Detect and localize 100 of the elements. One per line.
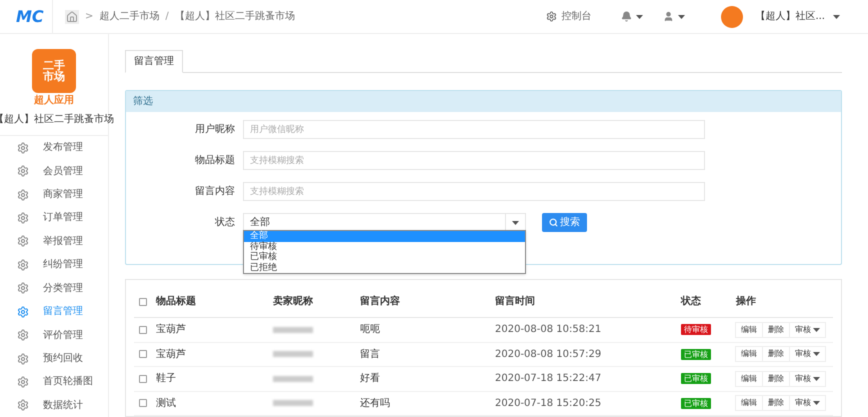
bell-icon: [621, 11, 632, 22]
column-header: 留言内容: [360, 294, 401, 309]
redacted-text: [273, 400, 313, 406]
status-badge: 已审核: [681, 348, 711, 360]
avatar[interactable]: [721, 6, 744, 28]
search-icon: [549, 218, 558, 227]
action-button[interactable]: 编辑: [735, 346, 763, 362]
gear-icon: [17, 235, 29, 248]
user-icon: [663, 11, 674, 22]
status-badge: 待审核: [681, 324, 711, 336]
action-button[interactable]: 审核: [789, 395, 826, 412]
tab[interactable]: 留言管理: [125, 50, 183, 73]
action-button[interactable]: 审核: [789, 370, 826, 387]
sidebar-item[interactable]: 订单管理: [0, 206, 108, 230]
table-cell-text: 呃呃: [360, 323, 381, 338]
column-header: 操作: [736, 294, 757, 309]
table-cell-text: 2020-08-08 10:57:29: [495, 348, 602, 362]
checkbox[interactable]: [139, 399, 147, 408]
checkbox[interactable]: [139, 374, 147, 383]
action-button[interactable]: 删除: [762, 346, 790, 362]
gear-icon: [17, 142, 29, 154]
user-button[interactable]: [663, 11, 686, 22]
sidebar-item[interactable]: 首页轮播图: [0, 370, 108, 394]
column-header: 状态: [681, 294, 702, 309]
action-button[interactable]: 审核: [789, 322, 826, 338]
action-button[interactable]: 删除: [762, 322, 790, 338]
caret-icon: [636, 14, 644, 18]
gear-icon: [17, 376, 29, 388]
field-label: 留言内容: [194, 184, 235, 199]
field-label: 物品标题: [194, 154, 235, 168]
field-label: 用户昵称: [194, 122, 235, 137]
dropdown-option[interactable]: 待审核: [244, 242, 525, 252]
action-button[interactable]: 编辑: [735, 370, 763, 387]
sidebar-item[interactable]: 纠纷管理: [0, 253, 108, 277]
app-name: 【超人】社区二手跳蚤市场: [0, 112, 114, 127]
breadcrumb-separator: >: [84, 10, 94, 24]
breadcrumb-link[interactable]: 【超人】社区二手跳蚤市场: [174, 9, 295, 24]
dropdown-option[interactable]: 已拒绝: [244, 262, 525, 273]
sidebar-item[interactable]: 分类管理: [0, 276, 108, 300]
panel-title: 筛选: [126, 91, 841, 112]
table-cell-text: 2020-07-18 15:22:47: [495, 372, 602, 386]
input-field[interactable]: 支持模糊搜索: [243, 182, 705, 201]
field-label: 状态: [214, 216, 235, 230]
gear-icon: [17, 399, 29, 412]
action-button[interactable]: 删除: [762, 370, 790, 387]
column-header: 卖家昵称: [273, 294, 314, 309]
sidebar-item[interactable]: 预约回收: [0, 346, 108, 370]
caret-icon: [512, 220, 519, 224]
checkbox[interactable]: [139, 298, 147, 306]
input-field[interactable]: 支持模糊搜索: [243, 151, 705, 170]
logo: MC: [15, 6, 45, 28]
sidebar-item[interactable]: 举报管理: [0, 230, 108, 254]
sidebar-item[interactable]: 商家管理: [0, 182, 108, 206]
redacted-text: [273, 326, 313, 333]
gear-icon: [17, 282, 29, 294]
table-cell-text: 留言: [360, 348, 381, 362]
table-cell-text: 宝葫芦: [156, 322, 187, 338]
status-badge: 已审核: [681, 373, 711, 384]
sidebar-item[interactable]: 发布管理: [0, 136, 108, 160]
app-icon-text: 二手: [43, 60, 65, 71]
breadcrumb-link[interactable]: 超人二手市场: [99, 9, 160, 24]
sidebar-item[interactable]: 会员管理: [0, 159, 108, 183]
table-cell-text: 鞋子: [156, 372, 177, 386]
checkbox[interactable]: [139, 350, 147, 358]
column-header: 物品标题: [156, 294, 197, 309]
app-icon-text: 市场: [43, 71, 65, 82]
table-cell-text: 还有吗: [360, 396, 391, 411]
gear-icon: [17, 188, 29, 201]
status-badge: 已审核: [681, 398, 711, 409]
action-button[interactable]: 删除: [762, 395, 790, 412]
dropdown-option[interactable]: 已审核: [244, 252, 525, 262]
action-button[interactable]: 审核: [789, 346, 826, 362]
table-cell-text: 宝葫芦: [156, 348, 187, 362]
caret-icon: [813, 401, 820, 406]
action-button[interactable]: 编辑: [735, 395, 763, 412]
gear-icon: [17, 306, 29, 318]
account-menu[interactable]: 【超人】社区...: [755, 9, 840, 24]
table-cell-text: 2020-08-08 10:58:21: [495, 323, 602, 338]
caret-icon: [678, 14, 686, 18]
gear-icon: [17, 329, 29, 342]
table-cell-text: 测试: [156, 396, 177, 411]
caret-icon: [813, 328, 820, 332]
gear-icon: [17, 258, 29, 271]
caret-icon: [813, 352, 820, 356]
caret-icon: [813, 376, 820, 381]
sidebar-item[interactable]: 数据统计: [0, 394, 108, 417]
sidebar-item[interactable]: 评价管理: [0, 323, 108, 347]
redacted-text: [273, 351, 313, 358]
notification-button[interactable]: [621, 11, 644, 22]
table-cell-text: 2020-07-18 15:20:25: [495, 396, 602, 411]
gear-icon: [17, 212, 29, 224]
home-icon[interactable]: [65, 10, 79, 24]
breadcrumb-separator: /: [164, 10, 170, 24]
input-field[interactable]: 用户微信昵称: [243, 120, 705, 139]
table-cell-text: 好看: [360, 372, 381, 386]
gear-icon: [17, 352, 29, 364]
action-button[interactable]: 编辑: [735, 322, 763, 338]
app-icon-caption: 超人应用: [34, 93, 74, 108]
console-link[interactable]: 控制台: [561, 9, 592, 24]
checkbox[interactable]: [139, 326, 147, 334]
